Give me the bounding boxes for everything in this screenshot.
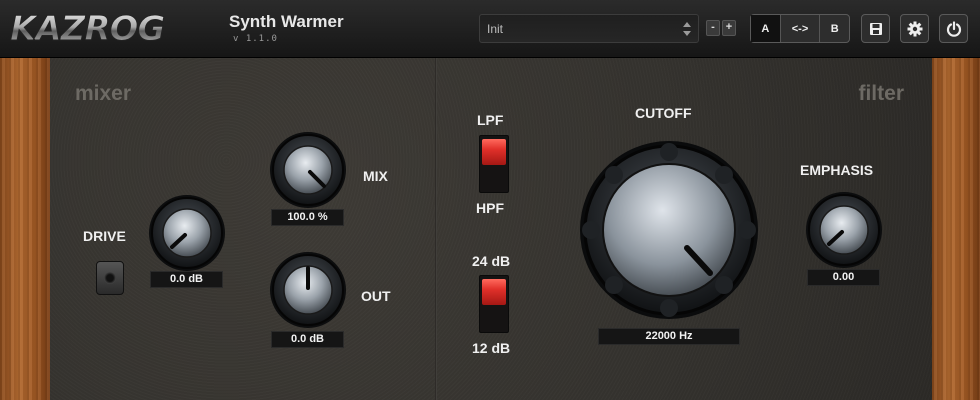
slope-12db-label: 12 dB [472, 340, 511, 356]
preset-name: Init [487, 22, 504, 36]
b-button[interactable]: B [820, 15, 849, 42]
brand-logo: KAZROG [10, 9, 166, 49]
filter-type-switch[interactable] [479, 135, 509, 193]
main-panel: mixer DRIVE 0.0 dB MIX 100.0 % OUT 0.0 d… [50, 58, 932, 400]
cutoff-label: CUTOFF [635, 105, 692, 121]
filter-type-switch-cap [482, 139, 506, 165]
cutoff-value[interactable]: 22000 Hz [598, 328, 740, 345]
filter-slope-switch[interactable] [479, 275, 509, 333]
hpf-label: HPF [476, 200, 504, 216]
drive-knob[interactable] [145, 191, 229, 275]
preset-selector[interactable]: Init [479, 14, 699, 43]
settings-button[interactable] [900, 14, 929, 43]
plugin-name: Synth Warmer [229, 12, 344, 31]
preset-prev-button[interactable]: - [706, 20, 720, 36]
section-divider [435, 58, 437, 400]
drive-value[interactable]: 0.0 dB [150, 271, 223, 288]
filter-section-label: filter [858, 82, 904, 105]
plugin-version: v 1.1.0 [233, 34, 278, 44]
drive-label: DRIVE [83, 228, 126, 244]
power-button[interactable] [939, 14, 968, 43]
top-bar: KAZROG Synth Warmer v 1.1.0 Init - + A <… [0, 0, 980, 58]
mix-value[interactable]: 100.0 % [271, 209, 344, 226]
lpf-label: LPF [477, 112, 504, 128]
cutoff-knob[interactable] [577, 138, 761, 322]
out-label: OUT [361, 288, 391, 304]
mix-label: MIX [363, 168, 388, 184]
slope-24db-label: 24 dB [472, 253, 511, 269]
save-button[interactable] [861, 14, 890, 43]
wood-side-right [932, 58, 980, 400]
emphasis-label: EMPHASIS [800, 162, 874, 178]
save-icon [869, 22, 882, 35]
emphasis-knob[interactable] [802, 188, 886, 272]
wood-side-left [0, 58, 50, 400]
emphasis-value[interactable]: 0.00 [807, 269, 880, 286]
a-button[interactable]: A [751, 15, 781, 42]
preset-next-button[interactable]: + [722, 20, 736, 36]
mix-knob[interactable] [266, 128, 350, 212]
out-knob[interactable] [266, 248, 350, 332]
ab-compare-group: A <-> B [750, 14, 850, 43]
ab-copy-button[interactable]: <-> [781, 15, 821, 42]
out-value[interactable]: 0.0 dB [271, 331, 344, 348]
updown-arrows-icon [683, 22, 691, 36]
brand-text: KAZROG [10, 9, 164, 48]
mixer-section-label: mixer [75, 82, 132, 105]
filter-slope-switch-cap [482, 279, 506, 305]
drive-jack [96, 261, 124, 295]
power-icon [946, 20, 961, 37]
gear-icon [907, 21, 922, 36]
